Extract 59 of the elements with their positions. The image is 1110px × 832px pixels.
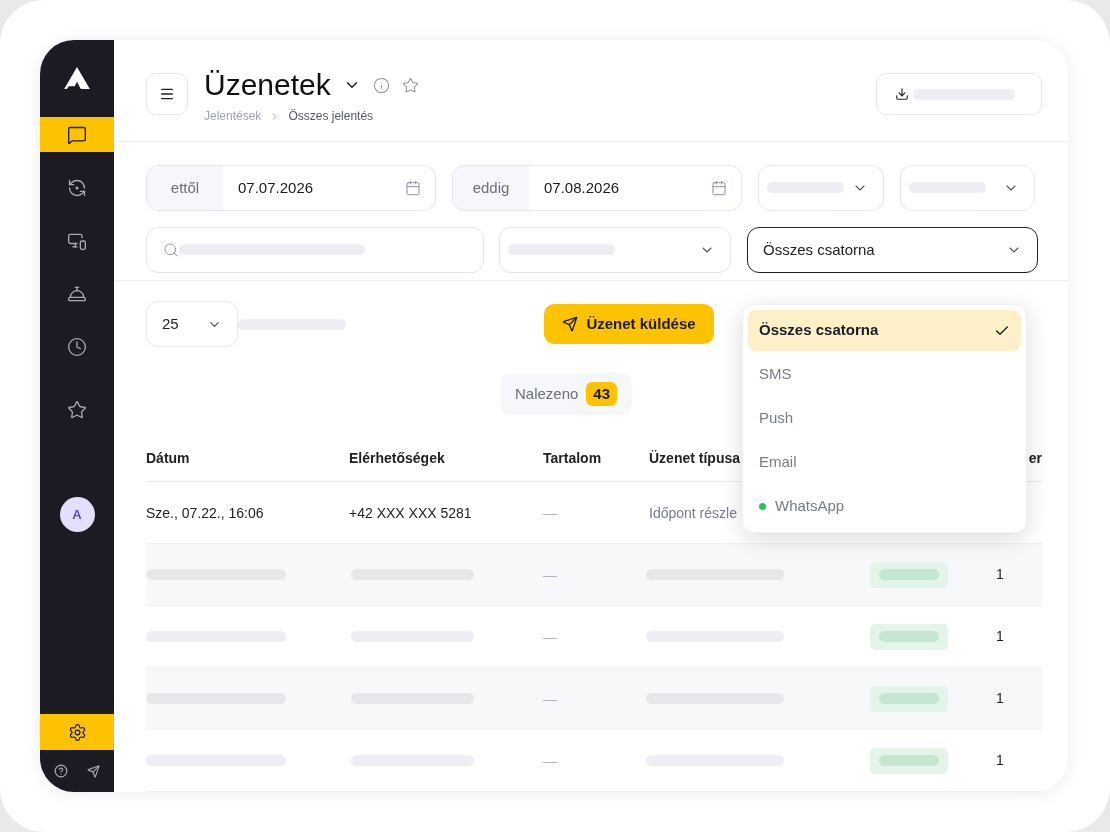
table-cell: — [543, 628, 557, 645]
table-cell: — [543, 752, 557, 769]
dropdown-option[interactable]: Push [748, 398, 1021, 439]
column-header: er [1028, 448, 1042, 468]
nav-item[interactable] [40, 117, 114, 152]
star-icon[interactable] [401, 76, 419, 94]
date-value: 07.07.2026 [237, 177, 315, 198]
download-icon [895, 87, 909, 101]
date-value: 07.08.2026 [543, 177, 621, 198]
menu-icon [159, 86, 175, 102]
calendar-icon [711, 179, 727, 196]
count-badge: 43 [586, 382, 618, 406]
column-header: Üzenet típusa [649, 449, 740, 466]
search-icon [163, 241, 179, 258]
column-header: Tartalom [543, 449, 602, 466]
page-size-select[interactable]: 25 [146, 301, 238, 347]
dropdown-option[interactable]: WhatsApp [748, 486, 1021, 527]
send-message-button[interactable]: Üzenet küldése [544, 304, 714, 344]
date-field[interactable]: eddig 07.08.2026 [452, 164, 742, 211]
table-cell: — [543, 566, 557, 583]
date-field[interactable]: ettől 07.07.2026 [146, 164, 436, 211]
select-field[interactable] [499, 226, 731, 273]
page-title: Üzenetek [204, 67, 331, 103]
clock-icon [67, 336, 87, 357]
help-icon[interactable] [54, 764, 68, 778]
table-cell-text: 1 [996, 627, 1004, 646]
calendar-icon [405, 179, 421, 196]
table-cell: Időpont részle [649, 504, 737, 521]
table-cell-text: 1 [996, 565, 1004, 584]
refresh-icon [67, 177, 87, 198]
send-icon[interactable] [87, 764, 100, 778]
dropdown-option[interactable]: SMS [748, 354, 1021, 395]
dropdown-option[interactable]: Email [748, 442, 1021, 483]
results-label: Nalezeno [514, 383, 579, 404]
table-cell: — [543, 690, 557, 707]
table-cell-text: 1 [996, 751, 1004, 770]
column-header: Elérhetőségek [349, 449, 445, 466]
date-label: eddig [453, 165, 529, 210]
menu-button[interactable] [146, 73, 188, 115]
send-icon [562, 316, 579, 332]
date-label: ettől [147, 165, 223, 210]
settings-icon [67, 722, 87, 742]
table-cell: — [543, 504, 557, 521]
info-icon[interactable] [372, 76, 390, 94]
star-icon [67, 399, 87, 420]
column-header: Dátum [146, 449, 190, 466]
logo [63, 67, 91, 89]
chat-icon [67, 124, 87, 145]
search-field[interactable] [146, 226, 484, 273]
breadcrumb-link[interactable]: Összes jelentés [288, 107, 374, 125]
channel-select[interactable]: Összes csatorna [747, 226, 1038, 273]
table-cell-text: 1 [996, 689, 1004, 708]
dropdown-option[interactable]: Összes csatorna [748, 310, 1021, 351]
avatar[interactable]: A [59, 497, 95, 532]
table-cell: +42 XXX XXX 5281 [349, 504, 472, 521]
table-cell: Sze., 07.22., 16:06 [146, 504, 264, 521]
select-field[interactable] [758, 164, 884, 211]
settings-item[interactable] [40, 714, 114, 750]
select-field[interactable] [900, 164, 1035, 211]
